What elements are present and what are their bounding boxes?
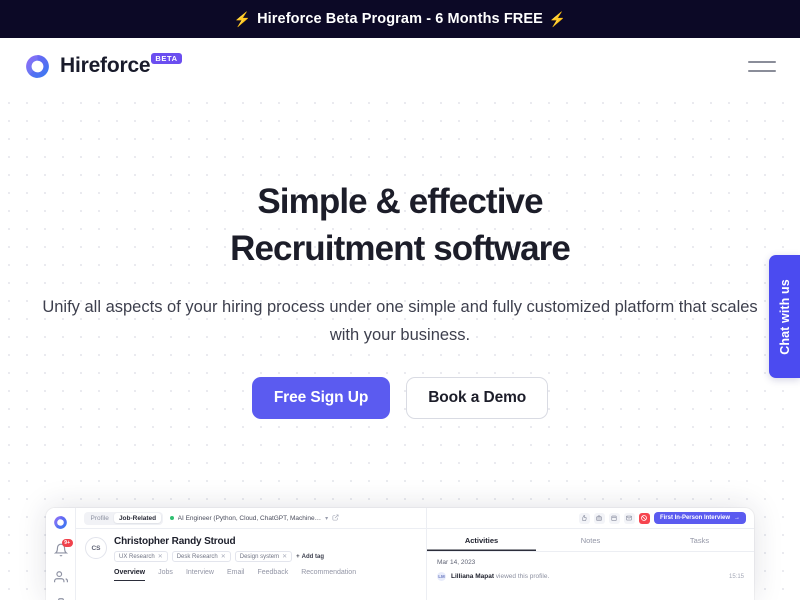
segment-job-related[interactable]: Job-Related	[113, 513, 162, 523]
announcement-banner[interactable]: ⚡ Hireforce Beta Program - 6 Months FREE…	[0, 0, 800, 38]
hamburger-menu-icon[interactable]	[748, 56, 776, 76]
status-dot-icon	[169, 516, 174, 520]
app-preview-card: 9+ Profile Job-Related AI Engineer (Pyth…	[46, 508, 754, 600]
thumbs-up-icon[interactable]	[578, 512, 590, 524]
cta-row: Free Sign Up Book a Demo	[0, 377, 800, 419]
activity-tabs: Activities Notes Tasks	[427, 529, 754, 552]
app-topbar: Profile Job-Related AI Engineer (Python,…	[76, 508, 426, 529]
app-logo-icon[interactable]	[53, 515, 68, 530]
tab-overview[interactable]: Overview	[114, 569, 146, 581]
activity-row: LM Lilliana Mapat viewed this profile. 1…	[427, 566, 754, 581]
chevron-down-icon[interactable]: ▾	[325, 515, 328, 522]
close-icon[interactable]: ✕	[158, 553, 163, 560]
activity-action: viewed this profile.	[493, 573, 550, 580]
brand-name: Hireforce	[60, 54, 151, 77]
profile-segment-control[interactable]: Profile Job-Related	[84, 511, 163, 525]
app-action-toolbar: First In-Person Interview →	[427, 508, 754, 529]
subtitle-line-1: Unify all aspects of your hiring process…	[42, 298, 675, 316]
bolt-icon-right: ⚡	[548, 10, 567, 27]
activity-time: 15:15	[728, 573, 744, 580]
chat-with-us-label: Chat with us	[777, 278, 792, 355]
hamburger-line-2	[748, 69, 776, 72]
activity-text: Lilliana Mapat viewed this profile.	[451, 573, 724, 580]
notification-badge: 9+	[61, 539, 73, 547]
avatar: LM	[437, 572, 446, 581]
job-title: AI Engineer (Python, Cloud, ChatGPT, Mac…	[177, 514, 322, 522]
add-tag-button[interactable]: + Add tag	[296, 554, 324, 560]
calendar-icon[interactable]	[608, 512, 620, 524]
free-sign-up-button[interactable]: Free Sign Up	[251, 377, 391, 419]
page-title: Simple & effective Recruitment software	[0, 178, 800, 272]
tag-row: UX Research ✕ Desk Research ✕ Design sys…	[114, 551, 356, 562]
hero-subtitle: Unify all aspects of your hiring process…	[10, 293, 790, 349]
profile-tabs: Overview Jobs Interview Email Feedback R…	[114, 569, 356, 581]
tab-tasks[interactable]: Tasks	[645, 529, 754, 551]
book-a-demo-button[interactable]: Book a Demo	[406, 377, 549, 419]
external-link-icon[interactable]	[332, 514, 339, 523]
site-header: Hireforce BETA	[0, 38, 800, 94]
close-icon[interactable]: ✕	[221, 553, 226, 560]
reject-icon[interactable]	[638, 512, 650, 524]
headline-line-2: Recruitment software	[230, 229, 571, 268]
announcement-text: Hireforce Beta Program - 6 Months FREE	[257, 11, 543, 27]
tag-chip[interactable]: Design system ✕	[234, 551, 293, 562]
activity-date: Mar 14, 2023	[437, 559, 476, 566]
app-sidebar-rail: 9+	[46, 508, 76, 600]
mail-icon[interactable]	[623, 512, 635, 524]
bell-icon[interactable]: 9+	[53, 539, 73, 557]
stage-label: First In-Person Interview	[659, 515, 730, 521]
stage-advance-button[interactable]: First In-Person Interview →	[653, 512, 746, 524]
bolt-icon-left: ⚡	[233, 10, 252, 27]
beta-badge: BETA	[151, 53, 182, 64]
tag-label: Design system	[239, 553, 280, 560]
brand-logo[interactable]: Hireforce BETA	[24, 51, 182, 81]
tab-interview[interactable]: Interview	[186, 569, 214, 581]
tab-activities[interactable]: Activities	[427, 529, 536, 551]
hero-section: Simple & effective Recruitment software …	[0, 94, 800, 419]
landing-page: ⚡ Hireforce Beta Program - 6 Months FREE…	[0, 0, 800, 600]
segment-profile[interactable]: Profile	[86, 513, 114, 523]
activity-actor: Lilliana Mapat	[451, 573, 494, 580]
tag-label: Desk Research	[176, 553, 218, 560]
hireforce-logo-icon	[24, 53, 51, 80]
tab-feedback[interactable]: Feedback	[257, 569, 288, 581]
app-left-column: Profile Job-Related AI Engineer (Python,…	[76, 508, 427, 600]
close-icon[interactable]: ✕	[282, 553, 287, 560]
tag-chip[interactable]: UX Research ✕	[114, 551, 168, 562]
add-tag-label: Add tag	[301, 553, 325, 560]
briefcase-icon[interactable]	[593, 512, 605, 524]
tab-recommendation[interactable]: Recommendation	[301, 569, 356, 581]
people-icon[interactable]	[53, 570, 68, 584]
hamburger-line-1	[748, 60, 776, 63]
candidate-profile-header: CS Christopher Randy Stroud UX Research …	[76, 529, 426, 581]
chat-with-us-tab[interactable]: Chat with us	[769, 255, 800, 378]
tab-notes[interactable]: Notes	[536, 529, 645, 551]
plus-icon: +	[296, 553, 300, 560]
avatar: CS	[85, 537, 107, 559]
tab-jobs[interactable]: Jobs	[158, 569, 173, 581]
tab-email[interactable]: Email	[227, 569, 245, 581]
app-right-column: First In-Person Interview → Activities N…	[427, 508, 754, 600]
job-selector[interactable]: AI Engineer (Python, Cloud, ChatGPT, Mac…	[169, 514, 339, 523]
headline-line-1: Simple & effective	[257, 182, 543, 221]
tag-label: UX Research	[119, 553, 155, 560]
app-main: Profile Job-Related AI Engineer (Python,…	[76, 508, 754, 600]
tag-chip[interactable]: Desk Research ✕	[171, 551, 231, 562]
candidate-name: Christopher Randy Stroud	[114, 536, 236, 547]
arrow-right-icon: →	[734, 515, 740, 521]
